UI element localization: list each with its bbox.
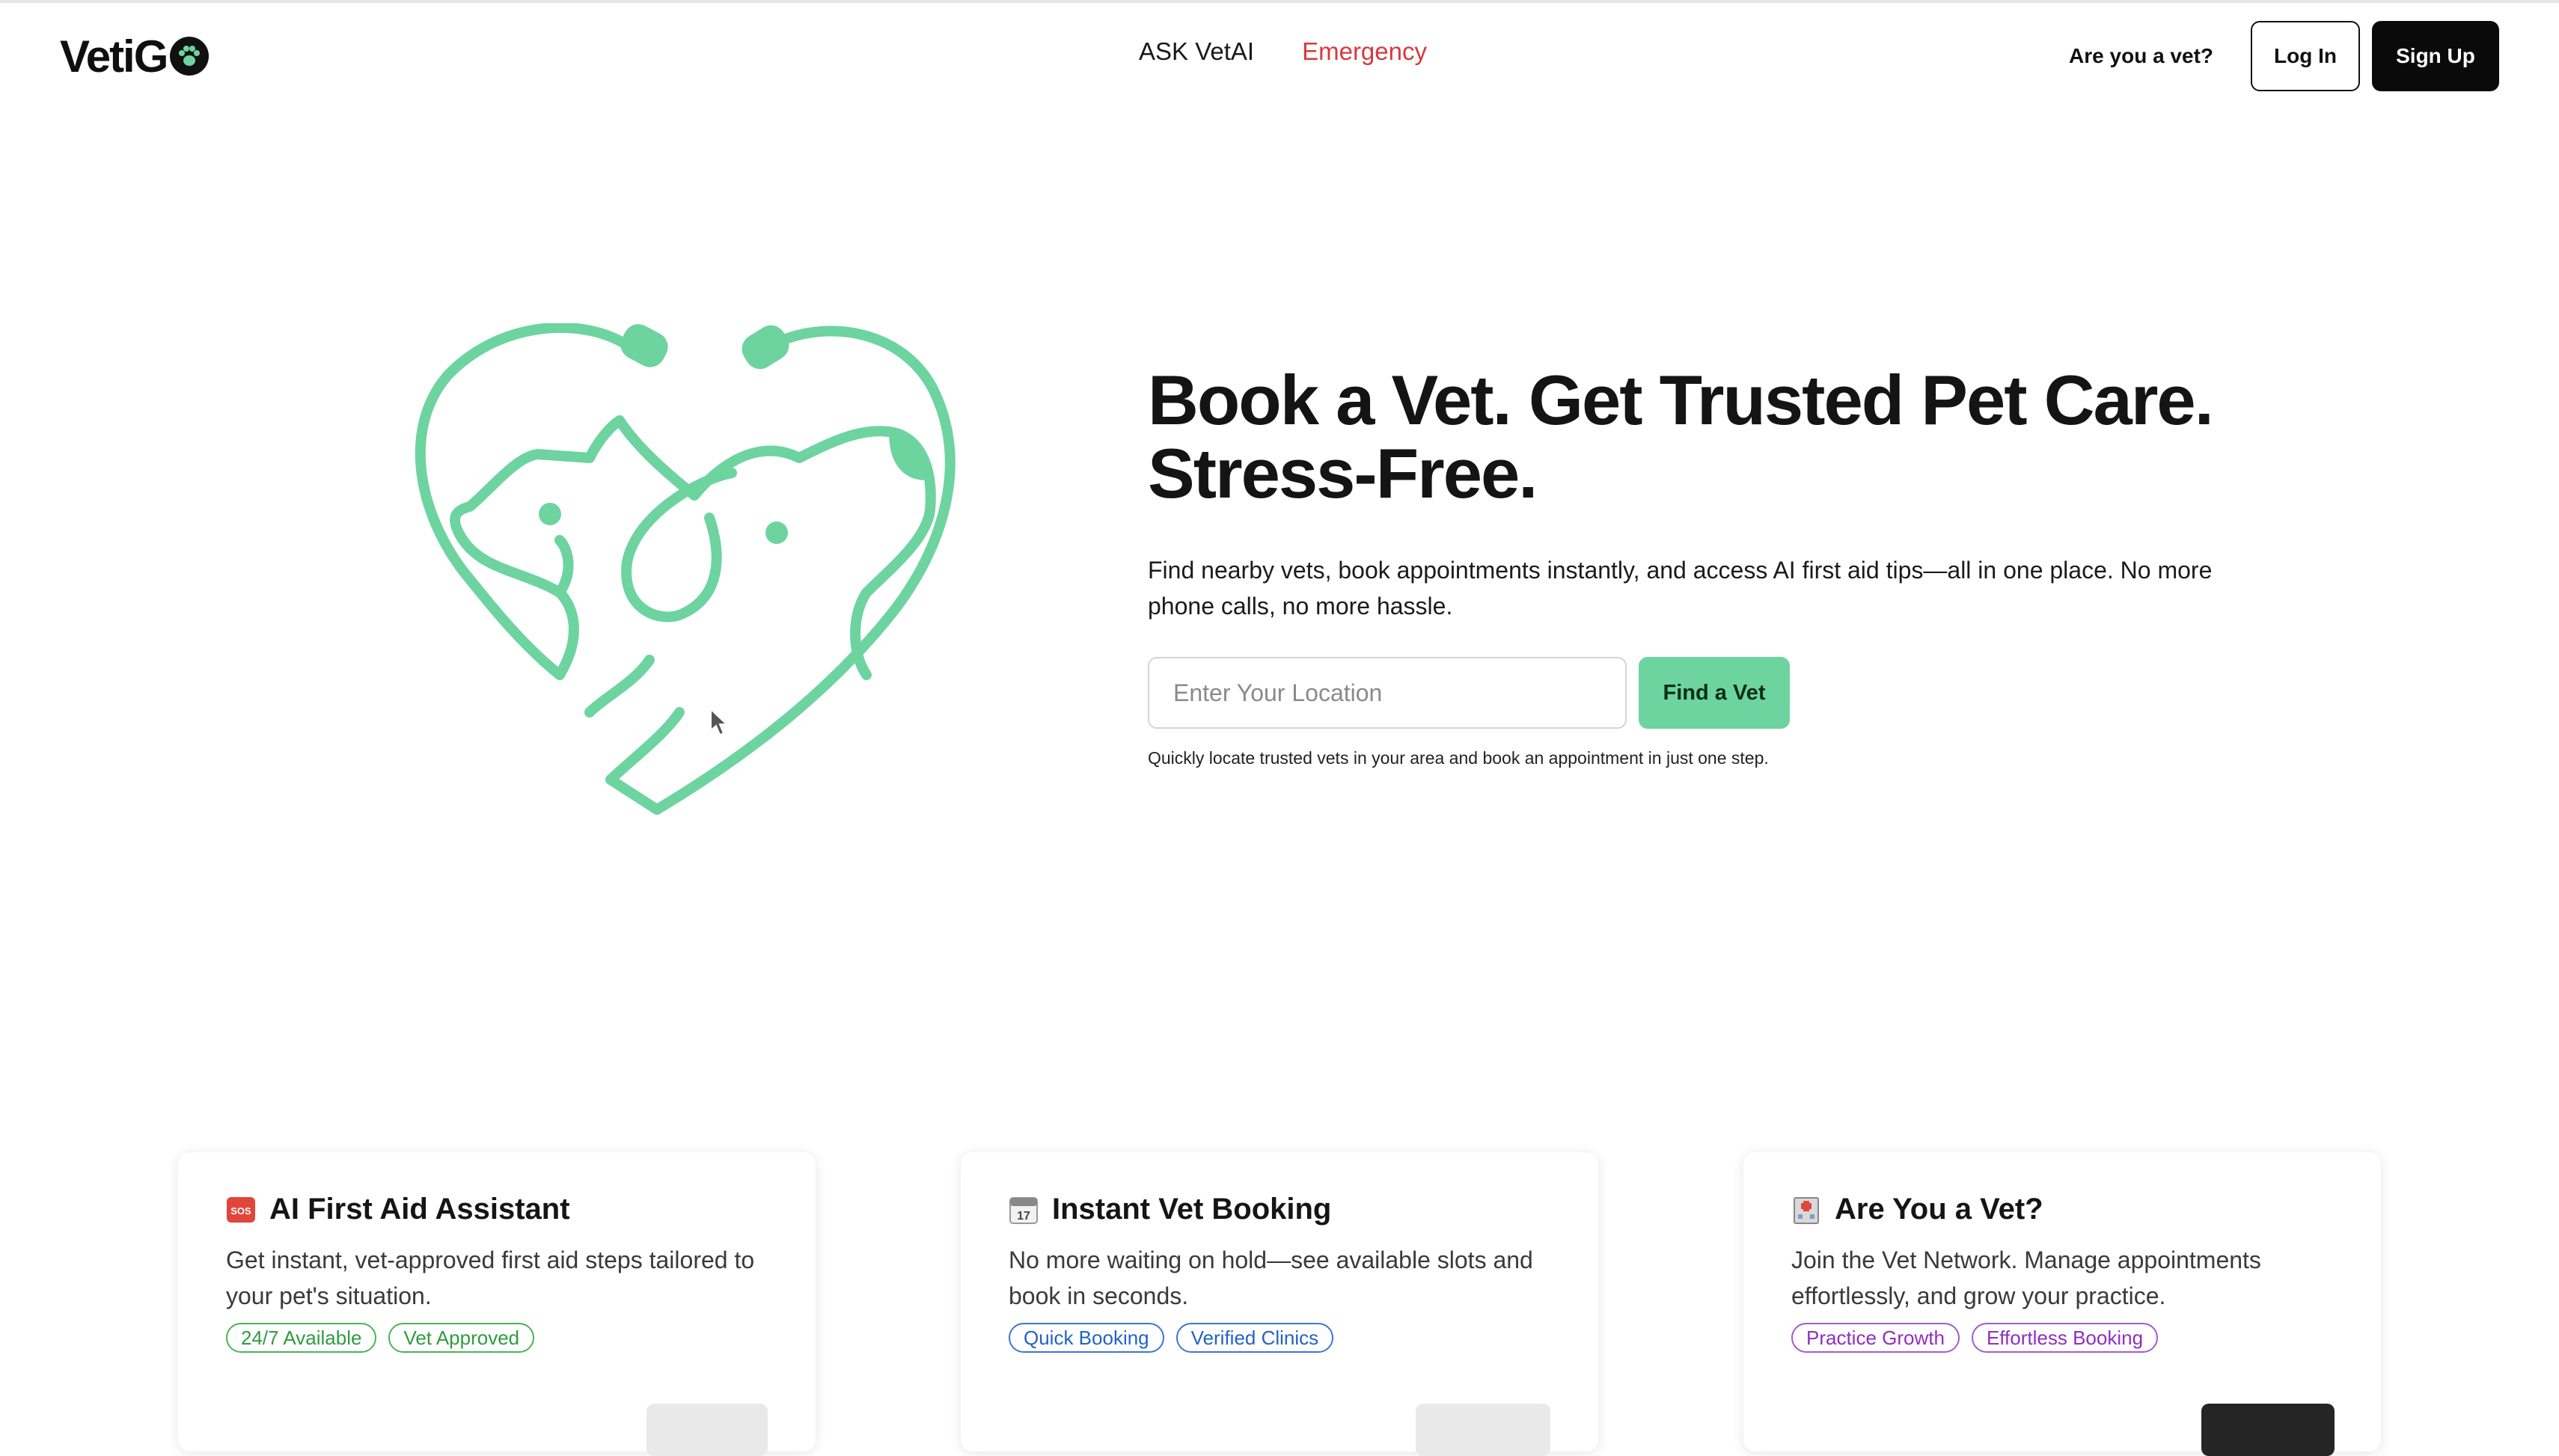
hero-title: Book a Vet. Get Trusted Pet Care. Stress…	[1148, 364, 2270, 510]
tag-badge: Effortless Booking	[1971, 1323, 2159, 1353]
are-you-a-vet-link[interactable]: Are you a vet?	[2069, 44, 2213, 68]
card-tags: Practice Growth Effortless Booking	[1791, 1323, 2159, 1353]
logo[interactable]: VetiG	[60, 30, 210, 82]
svg-text:SOS: SOS	[230, 1205, 251, 1217]
location-input[interactable]	[1148, 657, 1627, 729]
card-title: SOS AI First Aid Assistant	[226, 1193, 570, 1226]
card-title-text: Are You a Vet?	[1835, 1193, 2043, 1226]
feature-card-are-you-a-vet: Are You a Vet? Join the Vet Network. Man…	[1743, 1152, 2381, 1456]
card-tags: 24/7 Available Vet Approved	[226, 1323, 535, 1353]
feature-card-first-aid: SOS AI First Aid Assistant Get instant, …	[178, 1152, 816, 1456]
nav-ask-vetai[interactable]: ASK VetAI	[1139, 37, 1254, 66]
feature-card-vet-booking: 17 Instant Vet Booking No more waiting o…	[961, 1152, 1598, 1456]
hero-subtitle: Find nearby vets, book appointments inst…	[1148, 557, 2213, 620]
tag-badge: Vet Approved	[388, 1323, 535, 1353]
hero-title-line-2: Stress-Free.	[1148, 434, 1538, 513]
hospital-icon	[1791, 1195, 1821, 1225]
card-tags: Quick Booking Verified Clinics	[1009, 1323, 1334, 1353]
card-description: No more waiting on hold—see available sl…	[1009, 1247, 1533, 1309]
paw-icon	[170, 37, 210, 76]
header-actions: Are you a vet? Log In Sign Up	[2069, 21, 2499, 91]
cat-dog-heart-illustration	[415, 323, 956, 815]
sos-icon: SOS	[226, 1195, 256, 1225]
tag-badge: Verified Clinics	[1175, 1323, 1334, 1353]
card-action-button[interactable]	[1416, 1404, 1550, 1456]
card-description: Get instant, vet-approved first aid step…	[226, 1247, 755, 1309]
search-helper-text: Quickly locate trusted vets in your area…	[1148, 748, 1769, 768]
card-title-text: Instant Vet Booking	[1052, 1193, 1332, 1226]
card-title-text: AI First Aid Assistant	[269, 1193, 570, 1226]
nav-emergency[interactable]: Emergency	[1302, 37, 1427, 66]
top-border	[0, 0, 2559, 3]
card-action-button[interactable]	[2201, 1404, 2335, 1456]
location-search-row: Find a Vet	[1148, 657, 2270, 729]
hero-content: Book a Vet. Get Trusted Pet Care. Stress…	[1148, 364, 2270, 768]
tag-badge: Practice Growth	[1791, 1323, 1960, 1353]
hero-title-line-1: Book a Vet. Get Trusted Pet Care.	[1148, 361, 2214, 439]
logo-text: VetiG	[60, 31, 168, 82]
card-action-button[interactable]	[646, 1404, 768, 1456]
svg-text:17: 17	[1017, 1210, 1030, 1223]
main-nav: ASK VetAI Emergency	[1139, 37, 1427, 66]
tag-badge: 24/7 Available	[226, 1323, 377, 1353]
mouse-cursor-icon	[710, 708, 729, 736]
tag-badge: Quick Booking	[1009, 1323, 1164, 1353]
card-description: Join the Vet Network. Manage appointment…	[1791, 1247, 2261, 1309]
find-a-vet-button[interactable]: Find a Vet	[1639, 657, 1790, 729]
card-title: 17 Instant Vet Booking	[1009, 1193, 1331, 1226]
login-button[interactable]: Log In	[2251, 21, 2360, 91]
card-title: Are You a Vet?	[1791, 1193, 2043, 1226]
calendar-icon: 17	[1009, 1195, 1039, 1225]
signup-button[interactable]: Sign Up	[2372, 21, 2499, 91]
